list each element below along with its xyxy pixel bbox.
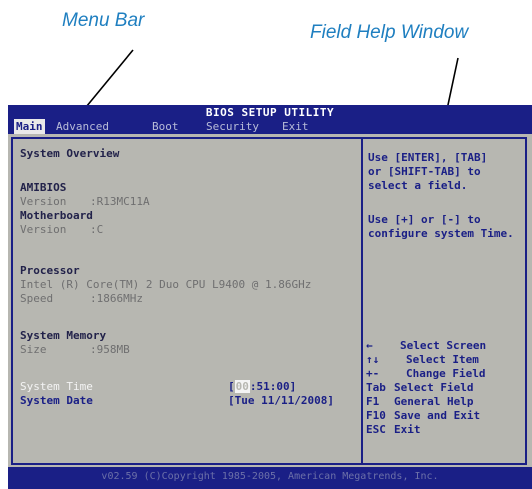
motherboard-label: Motherboard: [20, 209, 93, 222]
key-desc-select-screen: Select Screen: [400, 339, 487, 352]
key-desc-select-field: Select Field: [394, 381, 474, 394]
bios-screen: BIOS SETUP UTILITY Main Advanced Boot Se…: [8, 105, 532, 489]
key-desc-general-help: General Help: [394, 395, 474, 408]
amibios-label: AMIBIOS: [20, 181, 67, 194]
motherboard-version-label: Version: [20, 223, 67, 236]
key-esc: ESC: [366, 423, 386, 436]
key-desc-exit: Exit: [394, 423, 421, 436]
help-line-6: configure system Time.: [368, 227, 514, 240]
system-overview-heading: System Overview: [20, 147, 120, 160]
key-desc-select-item: Select Item: [406, 353, 479, 366]
key-up-down: ↑↓: [366, 353, 380, 366]
speed-label: Speed: [20, 292, 54, 305]
system-time-hour-cursor[interactable]: 00: [234, 380, 250, 393]
motherboard-version-value: :C: [90, 223, 104, 236]
key-f10: F10: [366, 409, 386, 422]
help-line-2: or [SHIFT-TAB] to: [368, 165, 481, 178]
system-memory-label: System Memory: [20, 329, 107, 342]
key-f1: F1: [366, 395, 380, 408]
key-left-arrow: ←: [366, 339, 373, 352]
bios-title: BIOS SETUP UTILITY: [205, 106, 335, 119]
copyright-text: v02.59 (C)Copyright 1985-2005, American …: [101, 471, 439, 482]
key-desc-save-and-exit: Save and Exit: [394, 409, 481, 422]
menu-tab-main[interactable]: Main: [14, 119, 45, 134]
key-plus-minus: +-: [366, 367, 380, 380]
system-time-rest: :51:00]: [249, 380, 297, 393]
menu-tab-security[interactable]: Security: [204, 119, 261, 134]
key-desc-change-field: Change Field: [406, 367, 486, 380]
memory-size-label: Size: [20, 343, 47, 356]
menu-tabs: Main Advanced Boot Security Exit: [8, 119, 532, 134]
menu-tab-advanced[interactable]: Advanced: [54, 119, 111, 134]
status-bar: v02.59 (C)Copyright 1985-2005, American …: [8, 467, 532, 489]
memory-size-value: :958MB: [90, 343, 130, 356]
system-date-label[interactable]: System Date: [20, 394, 93, 407]
help-line-3: select a field.: [368, 179, 468, 192]
menu-tab-exit[interactable]: Exit: [280, 119, 311, 134]
key-tab: Tab: [366, 381, 386, 394]
processor-label: Processor: [20, 264, 80, 277]
system-time-field[interactable]: [00:51:00]: [228, 380, 296, 393]
panel-divider: [361, 137, 363, 465]
speed-value: :1866MHz: [90, 292, 143, 305]
system-date-field[interactable]: [Tue 11/11/2008]: [228, 394, 334, 407]
amibios-version-label: Version: [20, 195, 67, 208]
system-time-label[interactable]: System Time: [20, 380, 93, 393]
help-line-5: Use [+] or [-] to: [368, 213, 481, 226]
system-time-open-bracket: [: [228, 380, 235, 393]
amibios-version-value: :R13MC11A: [90, 195, 150, 208]
menu-bar: BIOS SETUP UTILITY Main Advanced Boot Se…: [8, 105, 532, 134]
processor-name: Intel (R) Core(TM) 2 Duo CPU L9400 @ 1.8…: [20, 278, 312, 291]
menu-tab-boot[interactable]: Boot: [150, 119, 181, 134]
help-line-1: Use [ENTER], [TAB]: [368, 151, 488, 164]
